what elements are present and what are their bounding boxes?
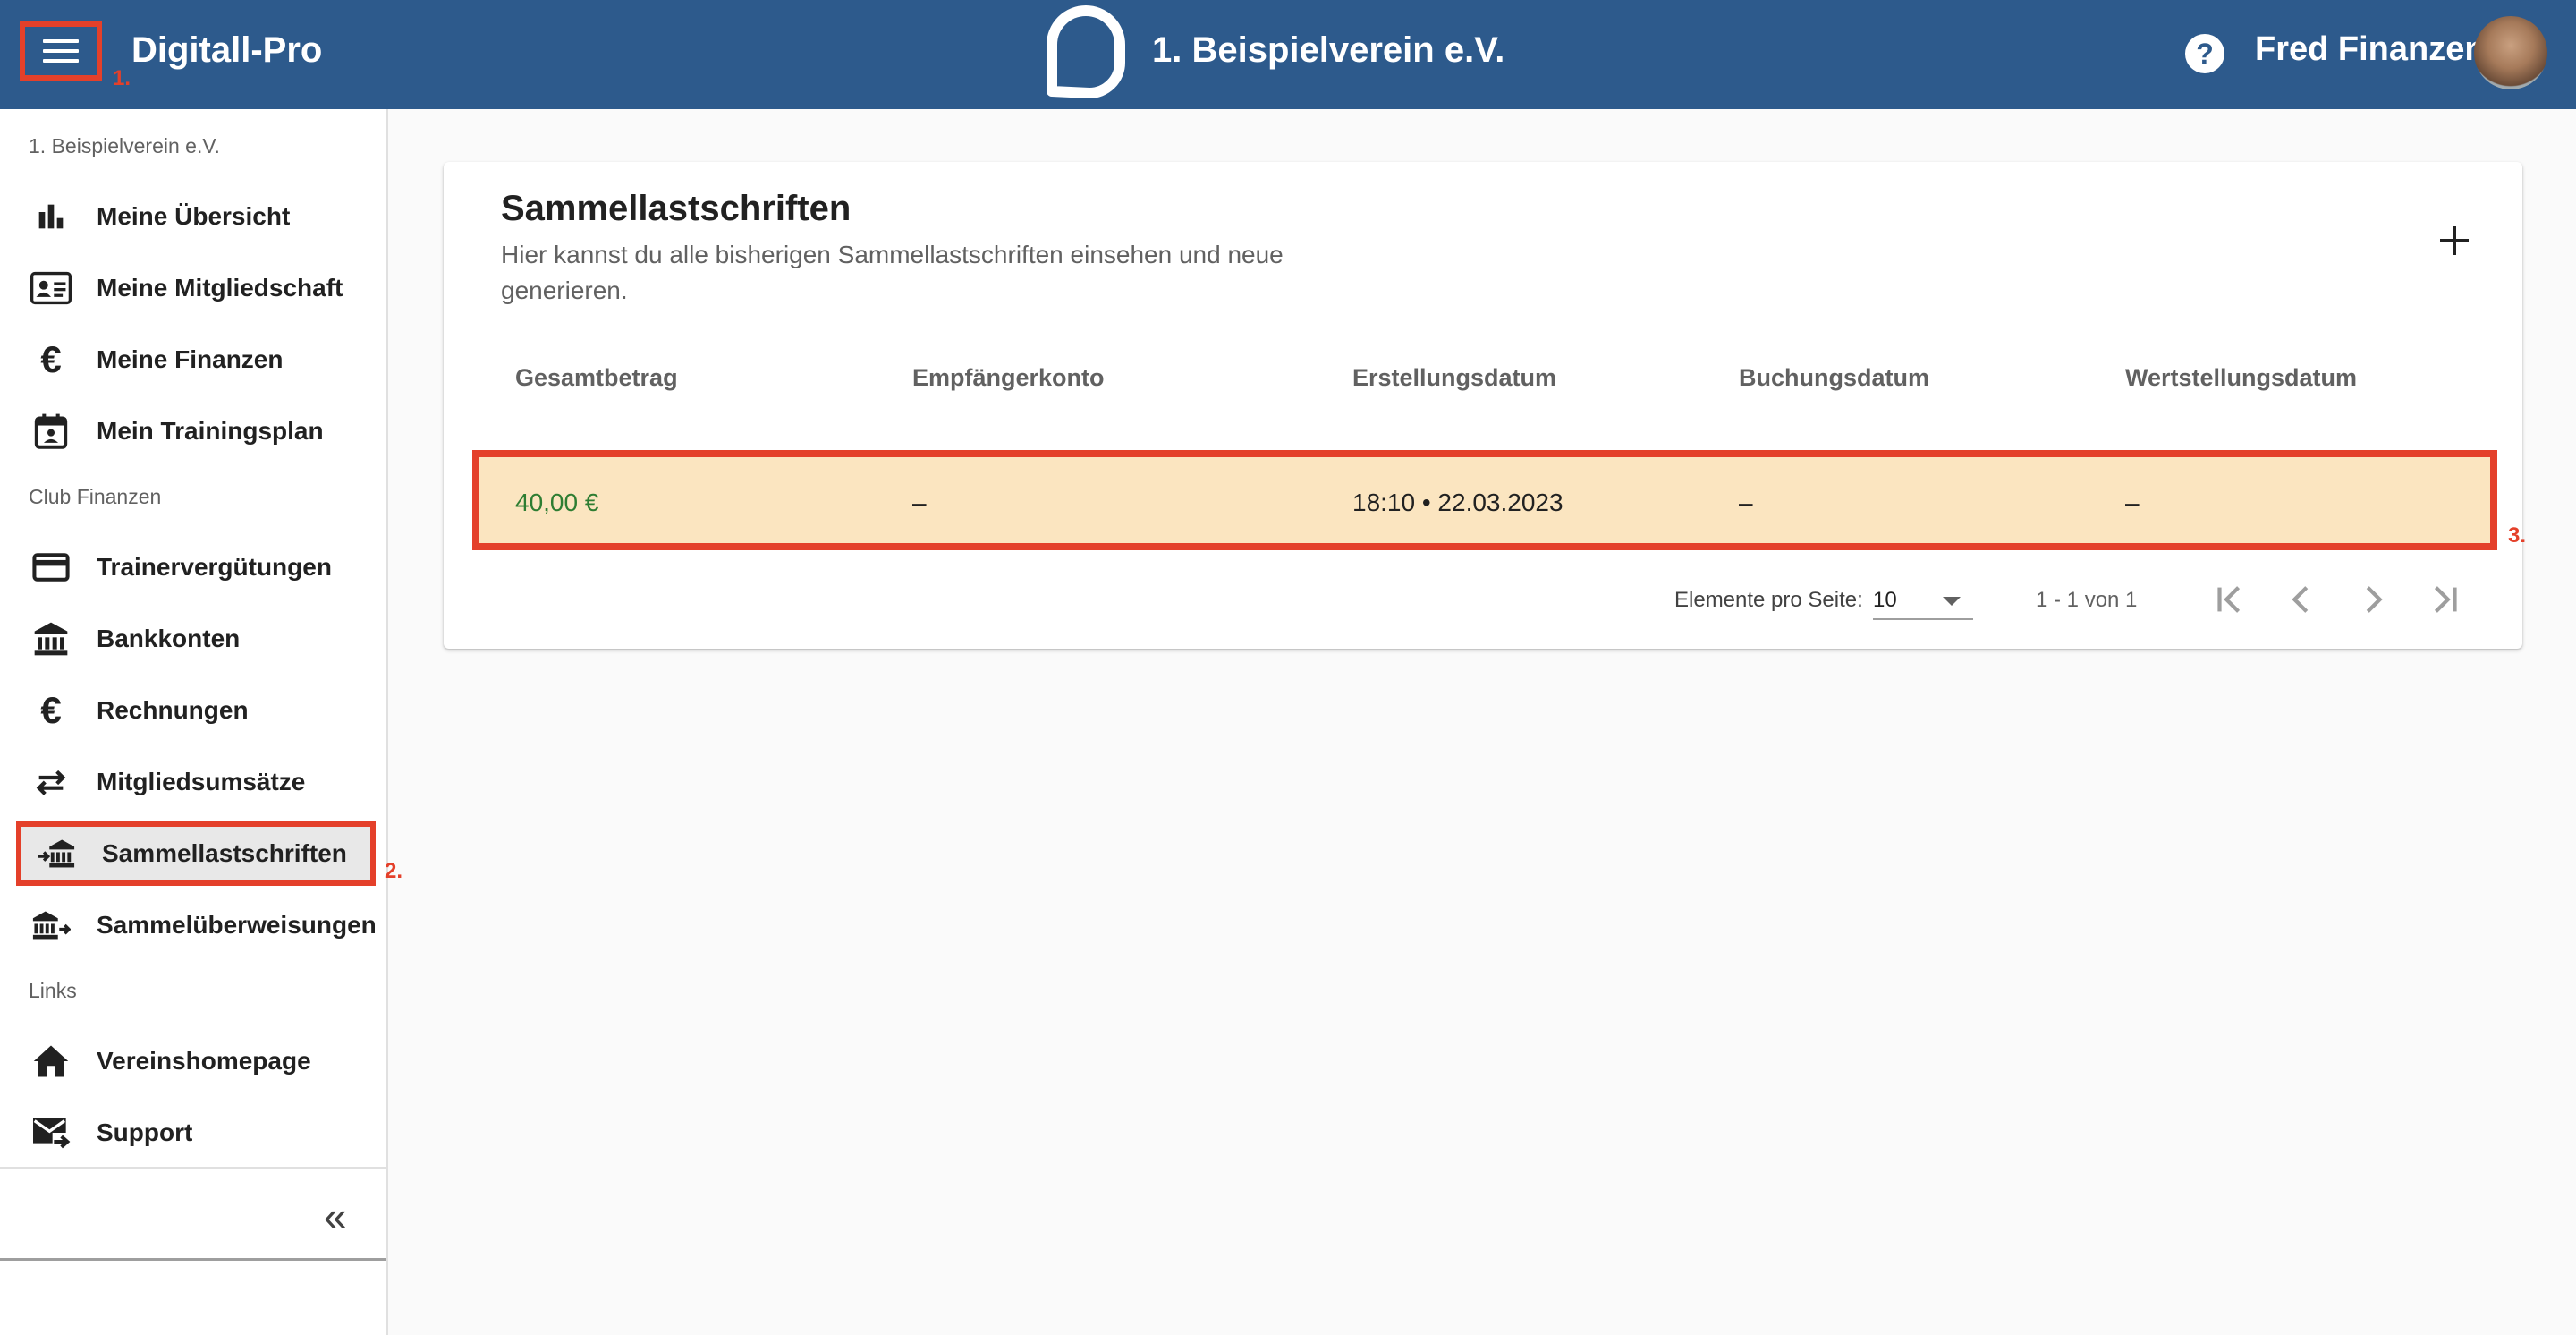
next-page-icon[interactable]	[2352, 579, 2394, 620]
sidebar-item-label: Meine Mitgliedschaft	[97, 274, 343, 302]
last-page-icon[interactable]	[2424, 579, 2465, 620]
user-name[interactable]: Fred Finanzen	[2255, 30, 2486, 69]
sidebar-item-vereinshomepage[interactable]: Vereinshomepage	[0, 1029, 386, 1093]
pagination-range: 1 - 1 von 1	[2036, 588, 2138, 612]
bar-chart-icon	[30, 196, 72, 237]
sidebar: 1. Beispielverein e.V. Meine Übersicht M…	[0, 109, 402, 1335]
sidebar-item-bankkonten[interactable]: Bankkonten	[0, 607, 386, 671]
sidebar-item-mitgliedsumsaetze[interactable]: Mitgliedsumsätze	[0, 750, 386, 814]
mail-forward-icon	[30, 1112, 72, 1153]
club-title: 1. Beispielverein e.V.	[1152, 30, 1505, 70]
plus-icon[interactable]	[2433, 219, 2476, 262]
sidebar-item-sammellastschriften[interactable]: Sammellastschriften	[16, 821, 376, 886]
bank-incoming-icon	[36, 833, 77, 874]
sammellastschriften-card: Sammellastschriften Hier kannst du alle …	[444, 162, 2526, 649]
sidebar-item-meine-mitgliedschaft[interactable]: Meine Mitgliedschaft	[0, 256, 386, 320]
home-icon	[30, 1041, 72, 1082]
sidebar-item-support[interactable]: Support	[0, 1101, 386, 1165]
swap-arrows-icon	[30, 761, 72, 803]
column-header-erstellungsdatum[interactable]: Erstellungsdatum	[1352, 364, 1556, 392]
menu-button[interactable]	[20, 21, 102, 81]
column-header-buchungsdatum[interactable]: Buchungsdatum	[1739, 364, 1929, 392]
euro-icon: €	[40, 338, 62, 380]
sidebar-club-label: 1. Beispielverein e.V.	[29, 134, 220, 157]
sidebar-item-mein-trainingsplan[interactable]: Mein Trainingsplan	[0, 399, 386, 463]
sidebar-item-label: Mitgliedsumsätze	[97, 768, 306, 795]
cell-wertstellungsdatum: –	[2125, 489, 2140, 516]
avatar[interactable]	[2474, 16, 2547, 89]
sidebar-item-label: Mein Trainingsplan	[97, 417, 324, 445]
cell-erstellungsdatum: 18:10 • 22.03.2023	[1352, 489, 1563, 516]
first-page-icon[interactable]	[2209, 579, 2250, 620]
cell-empfaengerkonto: –	[912, 489, 927, 516]
sidebar-section-links: Links	[29, 979, 77, 1002]
items-per-page-label: Elemente pro Seite:	[1674, 588, 1863, 612]
column-header-empfaengerkonto[interactable]: Empfängerkonto	[912, 364, 1105, 392]
sidebar-item-label: Trainervergütungen	[97, 553, 332, 581]
page-subtitle: Hier kannst du alle bisherigen Sammellas…	[501, 241, 1284, 304]
column-header-wertstellungsdatum[interactable]: Wertstellungsdatum	[2125, 364, 2357, 392]
app-title[interactable]: Digitall-Pro	[131, 30, 322, 71]
annotation-step-2: 2.	[385, 859, 403, 883]
bank-outgoing-icon	[30, 905, 72, 946]
items-per-page-value: 10	[1873, 588, 1897, 612]
bank-icon	[30, 618, 72, 659]
annotation-step-1: 1.	[113, 66, 131, 90]
sidebar-item-label: Meine Finanzen	[97, 345, 284, 373]
sidebar-item-label: Meine Übersicht	[97, 202, 291, 230]
sidebar-item-label: Vereinshomepage	[97, 1047, 311, 1075]
column-header-gesamtbetrag[interactable]: Gesamtbetrag	[515, 364, 678, 392]
sidebar-divider	[0, 1167, 386, 1169]
sidebar-item-label: Sammellastschriften	[102, 839, 347, 867]
id-card-icon	[30, 268, 72, 309]
items-per-page-select[interactable]: 10	[1873, 579, 1973, 620]
prev-page-icon[interactable]	[2281, 579, 2322, 620]
sidebar-item-meine-uebersicht[interactable]: Meine Übersicht	[0, 184, 386, 249]
sidebar-item-trainerverguetungen[interactable]: Trainervergütungen	[0, 535, 386, 599]
sidebar-item-label: Rechnungen	[97, 696, 249, 724]
brand-logo-icon	[1046, 5, 1125, 98]
hamburger-icon	[43, 33, 79, 69]
sidebar-item-rechnungen[interactable]: € Rechnungen	[0, 678, 386, 743]
top-app-bar: 1. Digitall-Pro 1. Beispielverein e.V. ?…	[0, 0, 2576, 109]
double-chevron-left-icon[interactable]: «	[324, 1195, 347, 1237]
sidebar-item-sammelueberweisungen[interactable]: Sammelüberweisungen	[0, 893, 386, 957]
credit-card-icon	[30, 547, 72, 588]
sidebar-item-label: Bankkonten	[97, 625, 241, 652]
cell-buchungsdatum: –	[1739, 489, 1753, 516]
sidebar-bottom-border	[0, 1258, 386, 1261]
sidebar-item-meine-finanzen[interactable]: € Meine Finanzen	[0, 327, 386, 392]
cell-gesamtbetrag: 40,00 €	[515, 489, 599, 516]
annotation-step-3: 3.	[2508, 523, 2527, 548]
sidebar-section-club-finanzen: Club Finanzen	[29, 485, 162, 508]
sidebar-item-label: Sammelüberweisungen	[97, 911, 377, 939]
dropdown-arrow-icon	[1943, 597, 1961, 606]
calendar-icon	[30, 411, 72, 452]
sidebar-item-label: Support	[97, 1118, 193, 1146]
help-icon[interactable]: ?	[2185, 34, 2224, 73]
page-title: Sammellastschriften	[501, 189, 852, 228]
euro-icon: €	[40, 689, 62, 731]
